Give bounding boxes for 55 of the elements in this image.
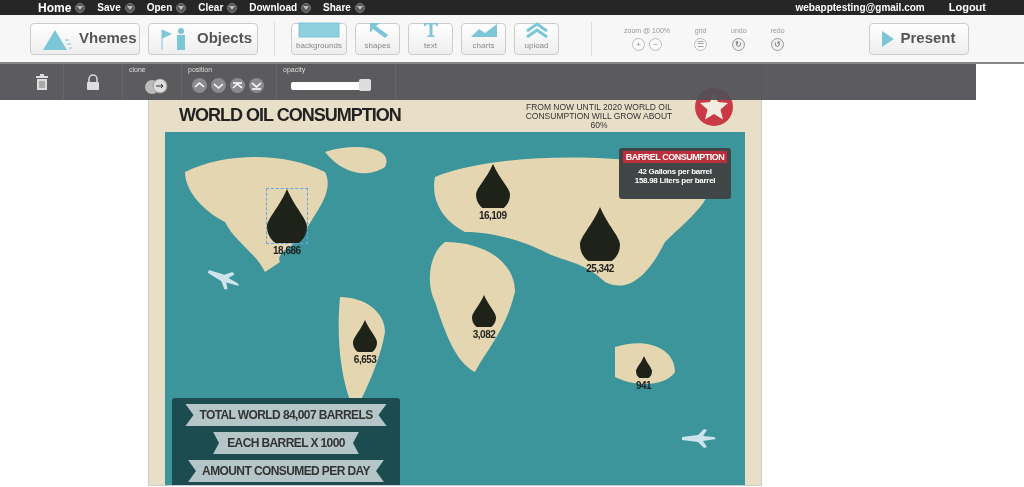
caret-icon (176, 2, 187, 13)
menu-item[interactable]: Save (97, 0, 135, 15)
oil-drop-icon[interactable] (580, 206, 620, 261)
oil-drop-icon[interactable] (475, 163, 510, 208)
trash-icon[interactable] (35, 74, 49, 90)
panel-heading: BARREL CONSUMPTION (623, 151, 727, 163)
oil-drop-icon[interactable] (353, 320, 378, 353)
position-button[interactable] (230, 77, 245, 93)
ribbon-banner: EACH BARREL X 1000 (213, 432, 359, 454)
drop-value: 3,082 (472, 328, 496, 343)
toolbar-button[interactable]: Vhemes (30, 22, 140, 55)
infographic-title: WORLD OIL CONSUMPTION (179, 104, 401, 127)
caret-icon (227, 2, 238, 13)
drop-value: 25,342 (586, 261, 614, 276)
present-button[interactable]: Present (869, 22, 969, 55)
oil-drop-icon[interactable] (635, 355, 652, 378)
lock-icon[interactable] (86, 74, 100, 90)
user-email: webapptesting@gmail.com (795, 1, 925, 15)
toolbar-button[interactable]: Objects (148, 22, 258, 55)
toolbar-button[interactable]: shapes (355, 22, 400, 55)
caret-icon (354, 2, 365, 13)
slider-thumb[interactable] (359, 79, 372, 91)
toolbar-button[interactable]: backgrounds (291, 22, 347, 55)
caret-icon (75, 2, 86, 13)
ribbon-banner: AMOUNT CONSUMED PER DAY (188, 460, 384, 482)
position-button[interactable] (211, 77, 226, 93)
airplane-icon (680, 427, 718, 449)
chevrons-icon (523, 20, 550, 39)
caret-icon (301, 2, 312, 13)
oil-drop-icon[interactable] (266, 188, 307, 243)
round-button[interactable]: + (632, 38, 645, 52)
drop-value: 6,653 (353, 353, 377, 368)
ribbon-banner: TOTAL WORLD 84,007 BARRELS (185, 404, 387, 426)
menu-item[interactable]: Share (323, 0, 365, 15)
rect-icon (297, 20, 341, 39)
menu-item[interactable]: Download (249, 0, 312, 15)
play-icon (882, 30, 895, 47)
panel-text: 42 Gallons per barrel (637, 167, 713, 176)
round-button[interactable]: ☰ (694, 38, 708, 52)
menu-item[interactable]: Open (146, 0, 187, 15)
infographic-subtitle: FROM NOW UNTIL 2020 WORLD OIL CONSUMPTION WILL GROW ABOUT 60% (524, 103, 674, 130)
drop-value: 16,109 (478, 208, 507, 223)
logout-link[interactable]: Logout (948, 0, 986, 16)
toolbar-button[interactable]: text (408, 22, 453, 55)
clone-icon[interactable] (143, 77, 169, 95)
panel-text: 158.98 Liters per barrel (633, 176, 717, 185)
menu-item[interactable]: Clear (198, 0, 238, 15)
toolbar-button[interactable]: upload (514, 22, 559, 55)
round-button[interactable]: − (649, 38, 662, 52)
toolbar-button[interactable]: charts (461, 22, 506, 55)
oil-drop-icon[interactable] (472, 295, 496, 328)
position-button[interactable] (249, 77, 264, 93)
caret-icon (124, 2, 135, 13)
position-button[interactable] (192, 77, 207, 93)
opacity-slider[interactable] (291, 82, 371, 90)
